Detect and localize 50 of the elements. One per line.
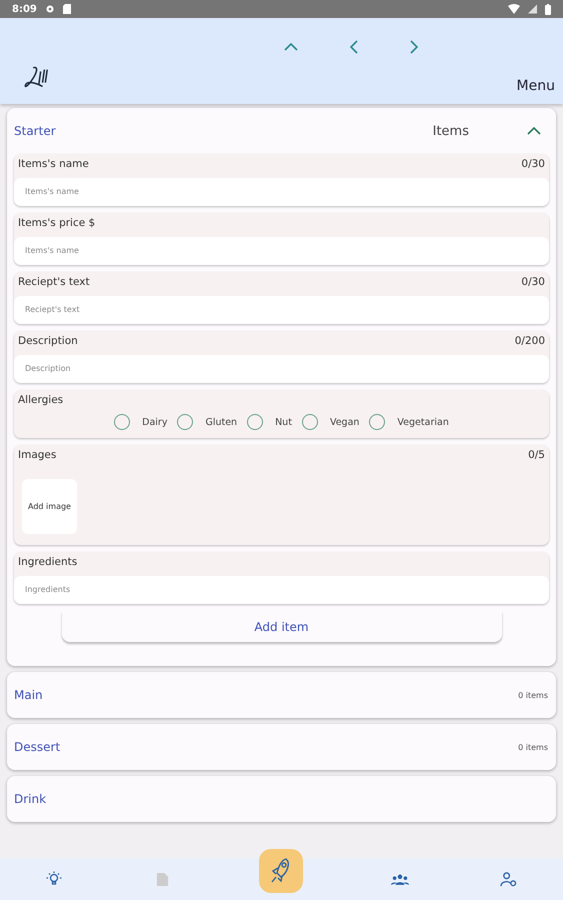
add-image-button[interactable]: Add image [22,479,77,534]
character-counter: 0/30 [521,276,545,288]
chevron-right-icon[interactable] [410,40,418,54]
field-label: Items's name [18,158,89,170]
category-card[interactable]: Main 0 items [7,672,556,718]
battery-icon [545,4,551,14]
sd-card-icon [62,4,71,14]
status-time: 8:09 [12,4,37,14]
input-field[interactable]: Items's name [14,237,549,265]
checkbox[interactable] [114,414,130,430]
add-item-button[interactable]: Add item [62,611,502,642]
input-field[interactable]: Items's name [14,178,549,206]
option-label: Vegetarian [397,416,449,428]
checkbox[interactable] [369,414,386,430]
character-counter: 0/30 [521,158,545,170]
item-count: 0 items [518,742,548,752]
field-label: Description [18,335,78,347]
option-label: Dairy [142,416,168,428]
chevron-icon[interactable] [527,127,541,135]
signal-icon [528,4,537,14]
wifi-icon [508,4,520,14]
field-label: Ingredients [18,556,78,568]
input-field[interactable]: Reciept's text [14,296,549,324]
category-card[interactable]: Dessert 0 items [7,724,556,770]
field-label: Reciept's text [18,276,90,288]
category-name: Drink [14,792,46,806]
field-label: Items's price $ [18,217,96,229]
character-counter: 0/5 [528,449,545,461]
checkbox[interactable] [247,414,264,430]
character-counter: 0/200 [514,335,545,347]
settings-icon [44,4,55,14]
menu-button[interactable]: Menu [516,78,555,94]
input-field[interactable]: Description [14,355,549,383]
input-field[interactable]: Ingredients [14,576,549,604]
chevron-up-icon[interactable] [284,43,298,51]
field-label: Images [18,449,56,461]
category-name[interactable]: Starter [14,124,56,138]
option-label: Gluten [205,416,238,428]
checkbox[interactable] [302,414,318,430]
category-name: Main [14,688,43,702]
option-label: Vegan [330,416,360,428]
option-label: Nut [275,416,292,428]
item-count: 0 items [518,690,548,700]
category-card[interactable]: Drink [7,776,556,822]
rocket-icon[interactable] [259,849,304,893]
chevron-left-icon[interactable] [350,40,358,54]
items-label: Items [432,124,469,138]
field-label: Allergies [18,394,64,406]
category-name: Dessert [14,740,60,754]
checkbox[interactable] [177,414,194,430]
